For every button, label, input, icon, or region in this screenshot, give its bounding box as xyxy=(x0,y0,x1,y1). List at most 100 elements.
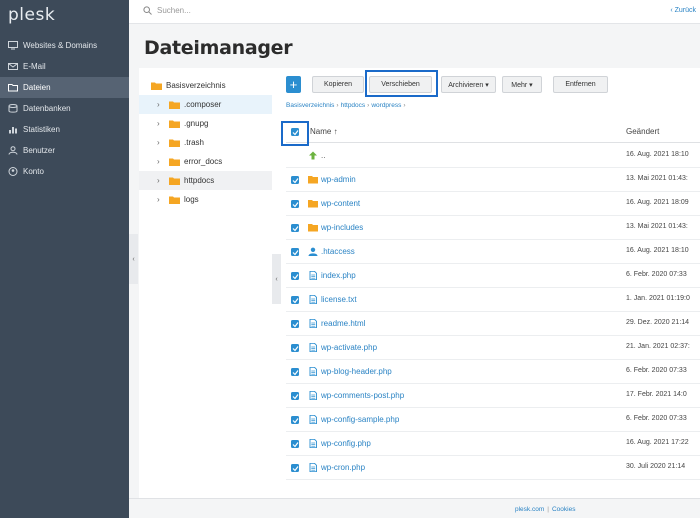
column-changed[interactable]: Geändert xyxy=(626,127,659,136)
file-name[interactable]: wp-cron.php xyxy=(321,463,365,472)
file-modified-date: 29. Dez. 2020 21:14 xyxy=(626,319,690,326)
table-row[interactable]: wp-activate.php 21. Jan. 2021 02:37: xyxy=(286,336,700,360)
table-row[interactable]: wp-config.php 16. Aug. 2021 17:22 xyxy=(286,432,700,456)
table-row[interactable]: license.txt 1. Jan. 2021 01:19:0 xyxy=(286,288,700,312)
sidebar-nav: Websites & Domains E-Mail Dateien Datenb… xyxy=(0,35,129,182)
file-name[interactable]: wp-comments-post.php xyxy=(321,391,404,400)
archive-button[interactable]: Archivieren ▾ xyxy=(441,76,496,93)
table-row[interactable]: wp-comments-post.php 17. Febr. 2021 14:0 xyxy=(286,384,700,408)
file-name[interactable]: .htaccess xyxy=(321,247,355,256)
tree-item-error-docs[interactable]: › error_docs xyxy=(139,152,272,171)
tree-item-label: .composer xyxy=(184,100,222,109)
file-name[interactable]: wp-admin xyxy=(321,175,356,184)
table-row[interactable]: readme.html 29. Dez. 2020 21:14 xyxy=(286,312,700,336)
file-name[interactable]: wp-content xyxy=(321,199,360,208)
table-row[interactable]: wp-blog-header.php 6. Febr. 2020 07:33 xyxy=(286,360,700,384)
table-row[interactable]: index.php 6. Febr. 2020 07:33 xyxy=(286,264,700,288)
row-checkbox[interactable] xyxy=(291,368,299,376)
file-modified-date: 16. Aug. 2021 18:10 xyxy=(626,151,689,158)
row-checkbox[interactable] xyxy=(291,248,299,256)
check-icon xyxy=(292,225,298,231)
tree-item-gnupg[interactable]: › .gnupg xyxy=(139,114,272,133)
footer-link-plesk[interactable]: plesk.com xyxy=(515,506,544,513)
chevron-right-icon[interactable]: › xyxy=(157,195,166,204)
file-name[interactable]: .. xyxy=(321,151,325,160)
search-input[interactable]: Suchen... xyxy=(143,6,191,15)
row-checkbox[interactable] xyxy=(291,464,299,472)
check-icon xyxy=(292,465,298,471)
sidebar-item-email[interactable]: E-Mail xyxy=(0,56,129,77)
chevron-right-icon[interactable]: › xyxy=(157,138,166,147)
chevron-left-icon: ‹ xyxy=(275,275,278,283)
back-link[interactable]: ‹ Zurück xyxy=(670,7,696,14)
row-checkbox[interactable] xyxy=(291,224,299,232)
tree-item-httpdocs[interactable]: › httpdocs xyxy=(139,171,272,190)
tree-item-logs[interactable]: › logs xyxy=(139,190,272,209)
chevron-left-icon: ‹ xyxy=(132,255,135,263)
table-row[interactable]: wp-cron.php 30. Juli 2020 21:14 xyxy=(286,456,700,480)
chevron-right-icon[interactable]: › xyxy=(157,176,166,185)
file-icon xyxy=(308,343,318,352)
folder-icon xyxy=(308,175,318,184)
row-checkbox[interactable] xyxy=(291,272,299,280)
sidebar-item-statistics[interactable]: Statistiken xyxy=(0,119,129,140)
sidebar-item-websites-domains[interactable]: Websites & Domains xyxy=(0,35,129,56)
file-name[interactable]: readme.html xyxy=(321,319,365,328)
column-name[interactable]: Name ↑ xyxy=(310,127,338,136)
plesk-logo[interactable]: plesk xyxy=(8,5,55,25)
collapse-tree-handle[interactable]: ‹ xyxy=(272,254,281,304)
table-header: Name ↑ Geändert xyxy=(286,121,700,143)
remove-button[interactable]: Entfernen xyxy=(553,76,608,93)
breadcrumb-item[interactable]: httpdocs xyxy=(341,102,366,109)
row-checkbox[interactable] xyxy=(291,416,299,424)
table-row[interactable]: .htaccess 16. Aug. 2021 18:10 xyxy=(286,240,700,264)
file-name[interactable]: wp-config-sample.php xyxy=(321,415,399,424)
breadcrumb-item[interactable]: wordpress xyxy=(371,102,401,109)
file-modified-date: 30. Juli 2020 21:14 xyxy=(626,463,686,470)
breadcrumb: Basisverzeichnis › httpdocs › wordpress › xyxy=(286,102,406,109)
table-row[interactable]: .. 16. Aug. 2021 18:10 xyxy=(286,144,700,168)
collapse-sidebar-handle[interactable]: ‹ xyxy=(129,234,138,284)
tree-root[interactable]: Basisverzeichnis xyxy=(139,76,272,95)
arrow-up-icon xyxy=(308,151,318,160)
chevron-right-icon[interactable]: › xyxy=(157,119,166,128)
table-row[interactable]: wp-content 16. Aug. 2021 18:09 xyxy=(286,192,700,216)
row-checkbox[interactable] xyxy=(291,392,299,400)
row-checkbox[interactable] xyxy=(291,296,299,304)
tree-item-trash[interactable]: › .trash xyxy=(139,133,272,152)
file-name[interactable]: index.php xyxy=(321,271,356,280)
file-modified-date: 13. Mai 2021 01:43: xyxy=(626,175,688,182)
sidebar-item-databases[interactable]: Datenbanken xyxy=(0,98,129,119)
table-row[interactable]: wp-config-sample.php 6. Febr. 2020 07:33 xyxy=(286,408,700,432)
page-title: Dateimanager xyxy=(144,37,293,59)
row-checkbox[interactable] xyxy=(291,200,299,208)
file-name[interactable]: wp-blog-header.php xyxy=(321,367,392,376)
copy-button[interactable]: Kopieren xyxy=(312,76,364,93)
sidebar-item-files[interactable]: Dateien xyxy=(0,77,129,98)
search-icon xyxy=(143,6,152,15)
breadcrumb-item[interactable]: Basisverzeichnis xyxy=(286,102,334,109)
file-name[interactable]: wp-activate.php xyxy=(321,343,377,352)
file-icon xyxy=(308,367,318,376)
file-name[interactable]: wp-includes xyxy=(321,223,363,232)
folder-icon xyxy=(169,120,180,128)
table-row[interactable]: wp-includes 13. Mai 2021 01:43: xyxy=(286,216,700,240)
row-checkbox[interactable] xyxy=(291,176,299,184)
row-checkbox[interactable] xyxy=(291,344,299,352)
file-name[interactable]: wp-config.php xyxy=(321,439,371,448)
row-checkbox[interactable] xyxy=(291,320,299,328)
tree-item-composer[interactable]: › .composer xyxy=(139,95,272,114)
file-name[interactable]: license.txt xyxy=(321,295,357,304)
check-icon xyxy=(292,369,298,375)
add-button[interactable]: + xyxy=(286,76,301,93)
table-row[interactable]: wp-admin 13. Mai 2021 01:43: xyxy=(286,168,700,192)
chevron-right-icon[interactable]: › xyxy=(157,157,166,166)
chevron-right-icon[interactable]: › xyxy=(157,100,166,109)
footer-link-cookies[interactable]: Cookies xyxy=(552,506,575,513)
more-button[interactable]: Mehr ▾ xyxy=(502,76,542,93)
sidebar-item-users[interactable]: Benutzer xyxy=(0,140,129,161)
folder-icon xyxy=(308,199,318,208)
sidebar-item-account[interactable]: Konto xyxy=(0,161,129,182)
file-icon xyxy=(308,439,318,448)
row-checkbox[interactable] xyxy=(291,440,299,448)
